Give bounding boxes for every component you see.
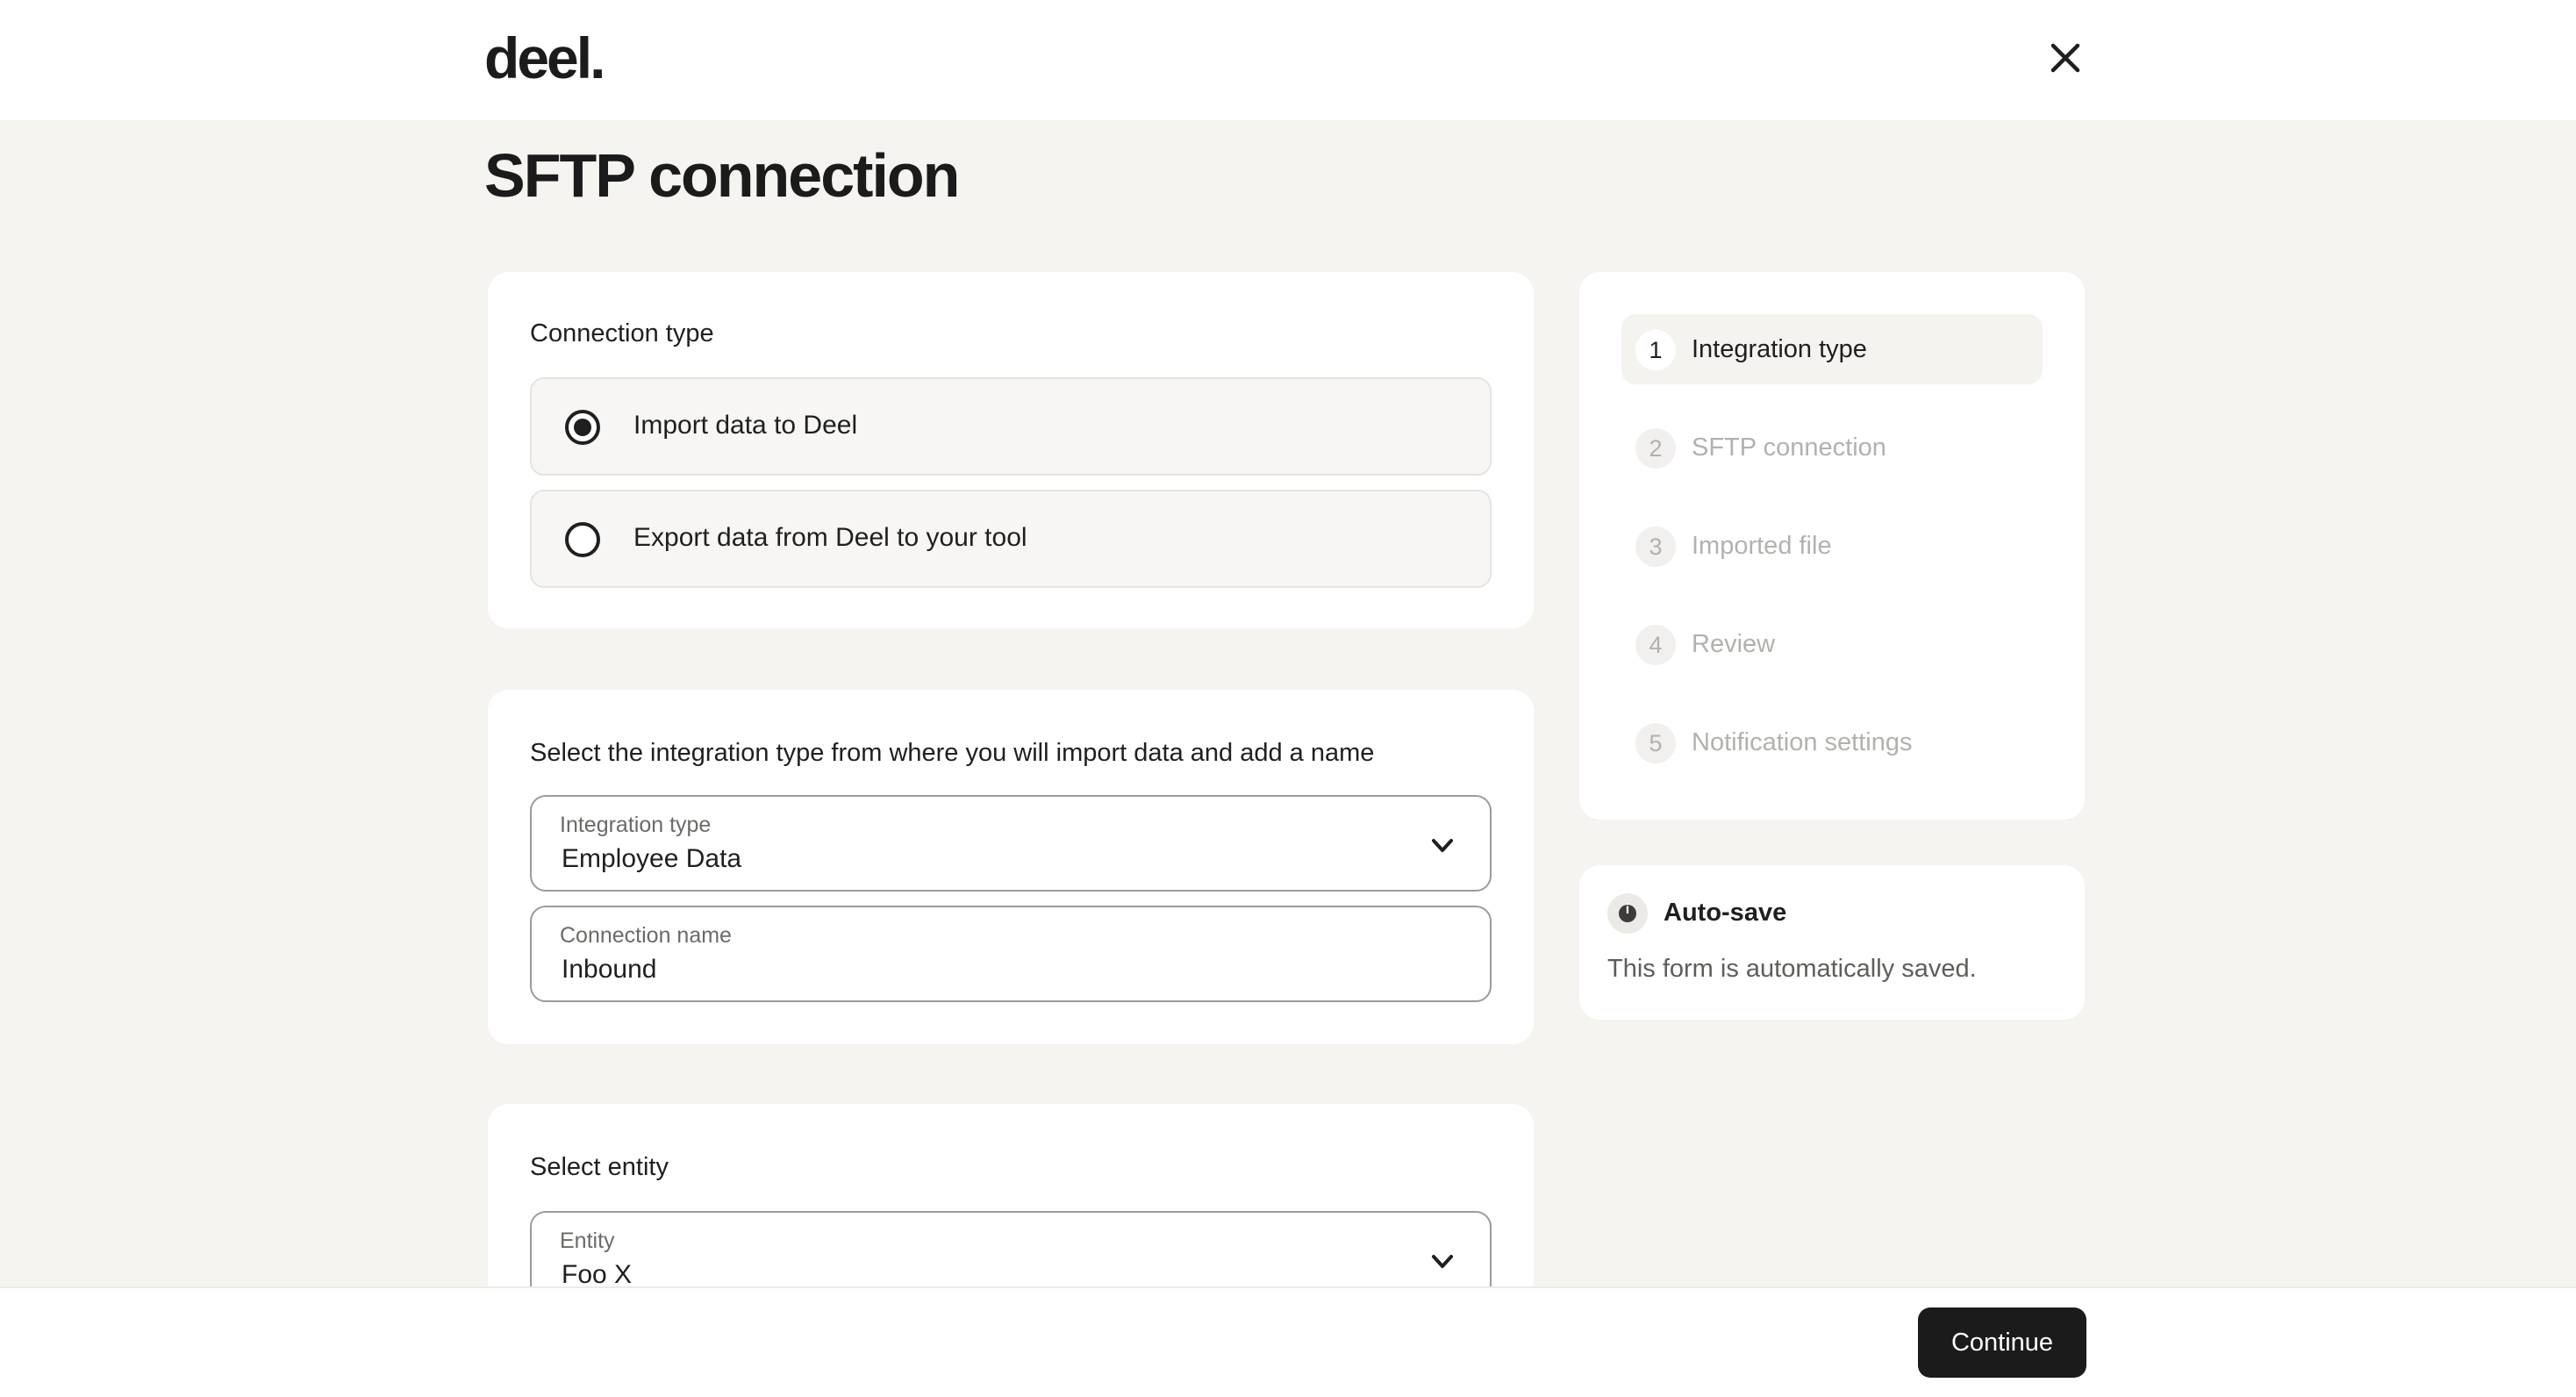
step-notification-settings: 5 Notification settings <box>1621 707 2043 777</box>
autosave-text: This form is automatically saved. <box>1607 955 1977 983</box>
chevron-down-icon <box>1432 839 1453 852</box>
page-title: SFTP connection <box>484 141 960 210</box>
step-label: Notification settings <box>1692 728 1913 756</box>
integration-type-value: Employee Data <box>562 844 742 873</box>
connection-type-title: Connection type <box>530 319 714 347</box>
integration-type-select[interactable]: Integration type Employee Data <box>530 795 1492 892</box>
step-number: 1 <box>1635 330 1676 370</box>
step-number: 3 <box>1635 527 1676 567</box>
step-label: SFTP connection <box>1692 433 1886 462</box>
radio-label-import: Import data to Deel <box>633 411 858 440</box>
connection-type-card: Connection type Import data to Deel Expo… <box>488 272 1534 628</box>
autosave-title: Auto-save <box>1664 899 1787 927</box>
autosave-card: i Auto-save This form is automatically s… <box>1579 865 2085 1020</box>
entity-label: Entity <box>560 1229 615 1253</box>
integration-card: Select the integration type from where y… <box>488 690 1534 1044</box>
radio-label-export: Export data from Deel to your tool <box>633 523 1027 552</box>
step-imported-file: 3 Imported file <box>1621 511 2043 581</box>
radio-unselected-icon[interactable] <box>565 522 600 557</box>
step-label: Integration type <box>1692 335 1867 363</box>
radio-selected-icon[interactable] <box>565 410 600 445</box>
entity-value: Foo X <box>562 1260 633 1289</box>
step-number: 2 <box>1635 428 1676 469</box>
connection-name-value[interactable]: Inbound <box>562 955 656 985</box>
top-bar: deel. <box>0 0 2576 120</box>
integration-card-title: Select the integration type from where y… <box>530 739 1375 767</box>
steps-card: 1 Integration type 2 SFTP connection 3 I… <box>1579 272 2085 820</box>
connection-name-input[interactable]: Connection name Inbound <box>530 906 1492 1002</box>
chevron-down-icon <box>1432 1255 1453 1268</box>
radio-option-export[interactable]: Export data from Deel to your tool <box>530 490 1492 588</box>
integration-type-label: Integration type <box>560 813 712 837</box>
connection-name-label: Connection name <box>560 923 732 948</box>
close-icon <box>2050 43 2080 73</box>
step-integration-type[interactable]: 1 Integration type <box>1621 314 2043 384</box>
step-number: 5 <box>1635 723 1676 763</box>
radio-option-import[interactable]: Import data to Deel <box>530 377 1492 476</box>
info-icon: i <box>1607 893 1648 934</box>
continue-button[interactable]: Continue <box>1918 1307 2086 1378</box>
deel-logo[interactable]: deel. <box>484 25 605 91</box>
close-button[interactable] <box>2044 37 2086 79</box>
step-label: Review <box>1692 630 1776 658</box>
step-sftp-connection: 2 SFTP connection <box>1621 412 2043 483</box>
step-number: 4 <box>1635 625 1676 665</box>
step-label: Imported file <box>1692 532 1832 560</box>
footer-bar: Continue <box>0 1286 2576 1397</box>
step-review: 4 Review <box>1621 609 2043 679</box>
entity-card-title: Select entity <box>530 1153 669 1181</box>
